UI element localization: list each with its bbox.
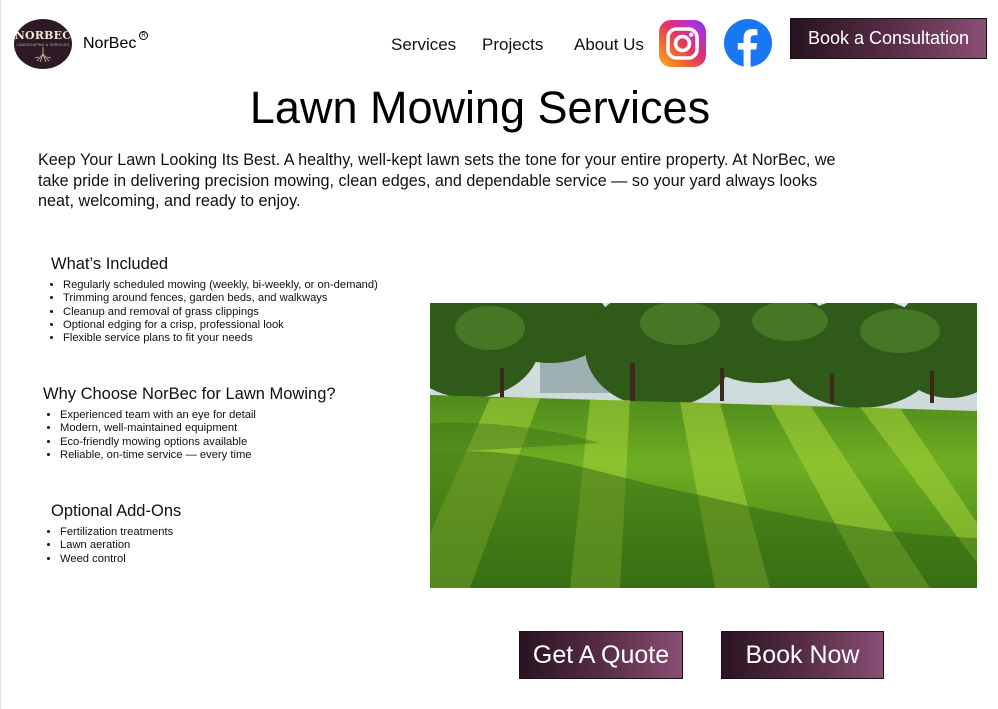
whats-included-list: Regularly scheduled mowing (weekly, bi-w…	[42, 279, 378, 345]
why-choose-list: Experienced team with an eye for detail …	[39, 409, 256, 462]
whats-included-heading: What’s Included	[51, 255, 169, 273]
list-item: Experienced team with an eye for detail	[60, 409, 256, 422]
logo-wordmark: NORBEC	[14, 29, 72, 42]
book-now-button[interactable]: Book Now	[721, 631, 884, 679]
list-item: Lawn aeration	[60, 539, 173, 552]
list-item: Fertilization treatments	[60, 526, 173, 539]
tree-roots-icon	[34, 47, 52, 63]
nav-about-us[interactable]: About Us	[574, 35, 644, 55]
list-item: Trimming around fences, garden beds, and…	[63, 292, 378, 305]
why-choose-heading: Why Choose NorBec for Lawn Mowing?	[43, 385, 336, 403]
intro-paragraph: Keep Your Lawn Looking Its Best. A healt…	[38, 151, 836, 210]
add-ons-heading: Optional Add-Ons	[51, 502, 182, 520]
add-ons-list: Fertilization treatments Lawn aeration W…	[39, 526, 173, 566]
book-consultation-button[interactable]: Book a Consultation	[790, 18, 987, 59]
registered-mark: R	[139, 31, 148, 40]
instagram-icon[interactable]	[659, 20, 706, 67]
list-item: Optional edging for a crisp, professiona…	[63, 319, 378, 332]
brand-name-text: NorBec	[83, 35, 137, 52]
list-item: Regularly scheduled mowing (weekly, bi-w…	[63, 279, 378, 292]
list-item: Reliable, on-time service — every time	[60, 449, 256, 462]
list-item: Cleanup and removal of grass clippings	[63, 306, 378, 319]
page-title: Lawn Mowing Services	[249, 82, 711, 133]
nav-projects[interactable]: Projects	[482, 35, 543, 55]
list-item: Eco-friendly mowing options available	[60, 436, 256, 449]
get-a-quote-button[interactable]: Get A Quote	[519, 631, 683, 679]
list-item: Modern, well-maintained equipment	[60, 422, 256, 435]
facebook-icon[interactable]	[724, 19, 772, 67]
norbec-logo[interactable]: NORBEC LANDSCAPING & SERVICES	[14, 19, 72, 69]
lawn-photo	[430, 303, 977, 588]
brand-name[interactable]: NorBec R	[83, 31, 148, 53]
list-item: Weed control	[60, 553, 173, 566]
list-item: Flexible service plans to fit your needs	[63, 332, 378, 345]
site-header: NORBEC LANDSCAPING & SERVICES NorBec R S…	[0, 0, 998, 80]
nav-services[interactable]: Services	[391, 35, 456, 55]
